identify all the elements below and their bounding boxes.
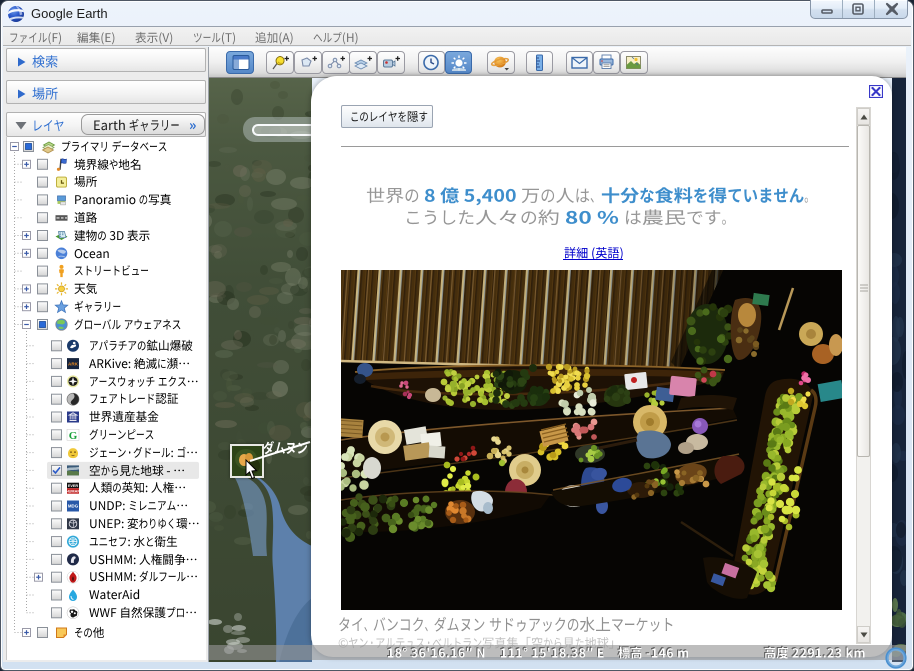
- svg-text:EVER: EVER: [68, 484, 79, 488]
- svg-text:HUMAN: HUMAN: [66, 490, 80, 494]
- svg-text:MDG: MDG: [68, 504, 79, 509]
- svg-text:G: G: [69, 430, 78, 442]
- svg-text:ARK: ARK: [68, 361, 79, 366]
